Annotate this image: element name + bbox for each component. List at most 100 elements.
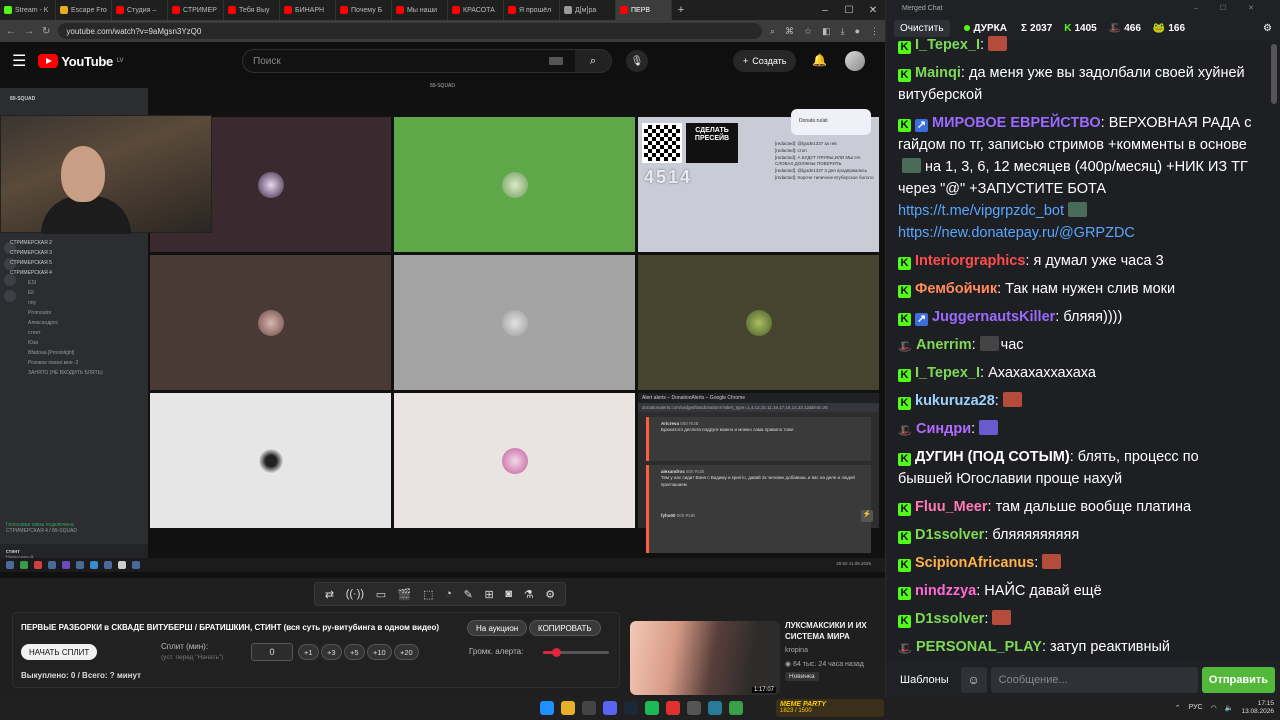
star-icon[interactable]: ☆ — [804, 26, 812, 37]
slider-knob[interactable] — [552, 648, 562, 657]
maximize-icon[interactable]: ☐ — [837, 5, 861, 16]
spotify-icon[interactable] — [645, 701, 659, 715]
chat-username[interactable]: Mainqi — [915, 65, 961, 81]
chat-window-controls[interactable]: – ☐ ✕ — [1194, 4, 1264, 12]
split-minutes-input[interactable]: 0 — [251, 643, 293, 661]
app-icon[interactable] — [729, 701, 743, 715]
voice-search-icon[interactable]: 🎙 — [626, 50, 648, 72]
notifications-bell-icon[interactable]: 🔔 — [812, 53, 827, 67]
recommended-video[interactable]: 1:17:07 ЛУКСМАКСИКИ И ИХ СИСТЕМА МИРА kr… — [628, 619, 883, 697]
increment-button[interactable]: +20 — [394, 644, 419, 660]
start-icon[interactable] — [540, 701, 554, 715]
keyboard-icon[interactable] — [549, 57, 563, 65]
emoji-icon[interactable]: ☺ — [960, 666, 987, 693]
extensions-icon[interactable]: ◧ — [822, 26, 831, 37]
forward-icon[interactable]: → — [24, 26, 34, 37]
browser-tab[interactable]: Stream - K — [0, 0, 56, 20]
browser-tab[interactable]: КРАСОТА — [448, 0, 504, 20]
menu-icon[interactable]: ⋮ — [870, 26, 879, 37]
download-icon[interactable]: ⤓ — [841, 26, 845, 37]
auction-button[interactable]: На аукцион — [467, 620, 528, 636]
broadcast-icon[interactable]: ((·)) — [346, 588, 364, 600]
copy-button[interactable]: КОПИРОВАТЬ — [529, 620, 601, 636]
chat-username[interactable]: nindzzya — [915, 583, 976, 599]
browser-tab[interactable]: Студия – — [112, 0, 168, 20]
chat-username[interactable]: ДУГИН (ПОД СОТЫМ) — [915, 449, 1070, 465]
clapper-icon[interactable]: 🎬 — [398, 588, 412, 601]
browser-tab[interactable]: Д[м]ра — [560, 0, 616, 20]
increment-button[interactable]: +1 — [298, 644, 319, 660]
browser-tab[interactable]: Я прошёл — [504, 0, 560, 20]
start-split-button[interactable]: НАЧАТЬ СПЛИТ — [21, 644, 98, 660]
app-icon[interactable] — [582, 701, 596, 715]
app-icon[interactable] — [666, 701, 680, 715]
browser-tab[interactable]: БИНАРН — [280, 0, 336, 20]
recommended-channel[interactable]: kropina — [785, 647, 808, 654]
chat-username[interactable]: kukuruza28 — [915, 393, 995, 409]
volume-icon[interactable]: 🔈 — [1225, 704, 1234, 712]
translate-icon[interactable]: ⌘ — [785, 26, 794, 37]
flask-icon[interactable]: ⚗ — [524, 588, 534, 601]
reload-icon[interactable]: ↻ — [42, 26, 50, 37]
gear-icon[interactable]: ⚙ — [1263, 23, 1272, 34]
search-icon[interactable]: ⌕ — [770, 26, 775, 37]
discord-icon[interactable] — [603, 701, 617, 715]
chrome-icon[interactable] — [561, 701, 575, 715]
chat-username[interactable]: Фембойчик — [915, 281, 997, 297]
close-icon[interactable]: ✕ — [861, 5, 885, 16]
chat-username[interactable]: JuggernautsKiller — [932, 309, 1055, 325]
browser-tab[interactable]: ПЕРВ — [616, 0, 672, 20]
avatar[interactable] — [845, 51, 865, 71]
hamburger-menu-icon[interactable]: ☰ — [12, 51, 26, 71]
browser-tab[interactable]: Мы наши — [392, 0, 448, 20]
pencil-icon[interactable]: ✎ — [464, 588, 473, 601]
alert-volume-slider[interactable] — [543, 648, 609, 657]
chat-link[interactable]: https://t.me/vipgrpzdc_bot — [898, 203, 1064, 219]
chat-username[interactable]: Fluu_Meer — [915, 499, 988, 515]
browser-tab[interactable]: Почему Б — [336, 0, 392, 20]
chat-username[interactable]: I_Tepex_I — [915, 365, 980, 381]
increment-button[interactable]: +3 — [321, 644, 342, 660]
add-screen-icon[interactable]: ⊞ — [484, 588, 493, 601]
browser-tab[interactable]: СТРИМЕР — [168, 0, 224, 20]
chat-scrollbar[interactable] — [1271, 40, 1277, 660]
youtube-logo[interactable]: YouTube LV — [38, 54, 124, 69]
send-button[interactable]: Отправить — [1201, 666, 1275, 693]
search-input[interactable]: Поиск — [243, 56, 549, 67]
chat-username[interactable]: Anerrim — [916, 337, 972, 353]
chat-username[interactable]: PERSONAL_PLAY — [916, 639, 1042, 654]
chat-username[interactable]: D1ssolver — [915, 527, 984, 543]
card-icon[interactable]: ▭ — [376, 588, 386, 601]
increment-button[interactable]: +10 — [367, 644, 392, 660]
chat-username[interactable]: D1ssolver — [915, 611, 984, 627]
browser-tab[interactable]: Тебя Выу — [224, 0, 280, 20]
chat-username[interactable]: Синдри — [916, 421, 971, 437]
url-field[interactable]: youtube.com/watch?v=9aMgsn3YzQ0 — [58, 23, 762, 39]
gear-icon[interactable]: ⚙ — [545, 588, 555, 601]
chat-username[interactable]: МИРОВОЕ ЕВРЕЙСТВО — [932, 115, 1101, 131]
frame-icon[interactable]: ⬚ — [423, 588, 433, 601]
profile-icon[interactable]: ● — [855, 26, 860, 37]
new-tab-button[interactable]: + — [672, 4, 690, 16]
search-button[interactable]: ⌕ — [575, 50, 611, 72]
chat-username[interactable]: I_Tepex_I — [915, 37, 980, 53]
video-thumbnail[interactable]: 1:17:07 — [630, 621, 780, 695]
create-button[interactable]: + Создать — [733, 50, 797, 72]
minimize-icon[interactable]: – — [813, 5, 837, 16]
wifi-icon[interactable]: ◠ — [1211, 704, 1217, 712]
message-input[interactable]: Сообщение... — [990, 666, 1198, 693]
chat-username[interactable]: Interiorgraphics — [915, 253, 1025, 269]
recommended-title[interactable]: ЛУКСМАКСИКИ И ИХ СИСТЕМА МИРА — [785, 621, 881, 643]
app-icon[interactable] — [708, 701, 722, 715]
shuffle-icon[interactable]: ⇄ — [325, 588, 334, 601]
speed-icon[interactable]: ◔ — [445, 588, 452, 600]
chat-link[interactable]: https://new.donatepay.ru/@GRPZDC — [898, 225, 1135, 241]
back-icon[interactable]: ← — [6, 26, 16, 37]
chevron-up-icon[interactable]: ⌃ — [1175, 704, 1181, 712]
chat-username[interactable]: ScipionAfricanus — [915, 555, 1034, 571]
video-player[interactable]: 89-SQUAD СТРИМЕРСКАЯ 2 СТРИМЕРСКАЯ 3 СТРИМ… — [0, 80, 885, 578]
browser-tab[interactable]: Escape Fro — [56, 0, 112, 20]
keyboard-language[interactable]: РУС — [1189, 704, 1203, 711]
increment-button[interactable]: +5 — [344, 644, 365, 660]
steam-icon[interactable] — [624, 701, 638, 715]
